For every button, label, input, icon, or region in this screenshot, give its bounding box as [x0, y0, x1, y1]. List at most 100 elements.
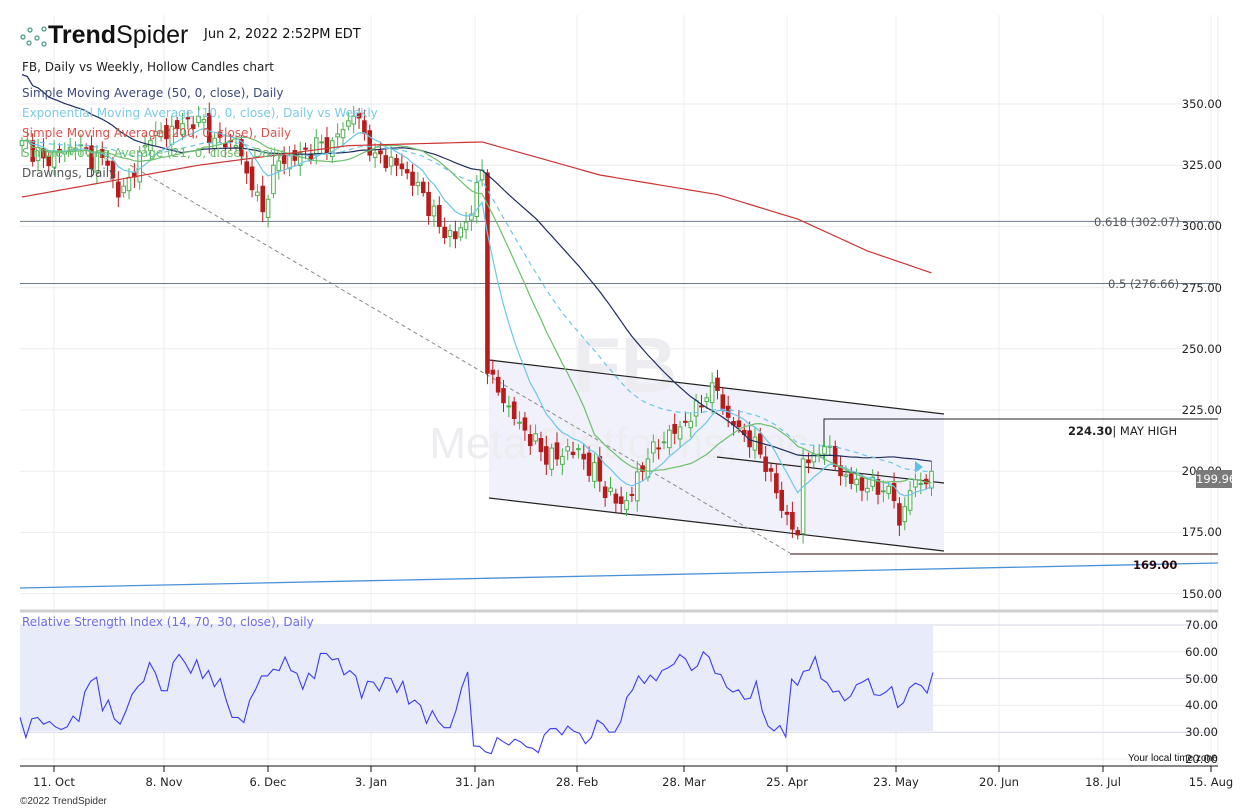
legend-item[interactable]: FB, Daily vs Weekly, Hollow Candles char…	[22, 60, 274, 74]
candle-up	[709, 382, 715, 404]
candle-down	[303, 147, 308, 150]
candle-down	[715, 377, 720, 391]
candle-down	[699, 405, 704, 408]
candle-down	[420, 181, 426, 194]
x-axis-label: 15. Aug	[1188, 775, 1234, 789]
candle-up	[865, 487, 870, 493]
candle-down	[683, 420, 688, 423]
candle-down	[720, 394, 726, 412]
candle-down	[784, 511, 790, 515]
support-label: 169.00	[1133, 558, 1178, 572]
spider-logo-icon	[20, 25, 47, 47]
candle-down	[490, 369, 496, 375]
candle-up	[704, 397, 710, 403]
candle-down	[570, 451, 576, 456]
candle-up	[624, 500, 629, 511]
candle-up	[645, 458, 651, 478]
candle-up	[372, 152, 378, 158]
candle-down	[378, 150, 383, 155]
candle-down	[554, 442, 560, 460]
candle-down	[527, 434, 533, 447]
candle-up	[330, 140, 335, 158]
x-axis-label: 18. Jul	[1085, 775, 1121, 789]
candle-up	[415, 181, 421, 187]
brand-light: Spider	[116, 21, 189, 49]
rsi-axis-label: 60.00	[1185, 644, 1218, 659]
candle-up	[913, 479, 918, 488]
legend-item[interactable]: Simple Moving Average (50, 0, close), Da…	[22, 86, 283, 100]
candle-down	[672, 423, 678, 434]
rsi-axis-label: 50.00	[1185, 671, 1218, 686]
candle-down	[105, 160, 110, 166]
candle-up	[533, 433, 538, 442]
candle-up	[319, 141, 324, 144]
candle-up	[560, 455, 565, 465]
candle-down	[629, 493, 635, 496]
price-axis-label: 150.00	[1181, 586, 1222, 601]
candle-up	[271, 164, 276, 195]
candle-down	[779, 489, 785, 511]
candle-down	[249, 166, 255, 191]
candle-down	[795, 530, 801, 536]
legend-item[interactable]: Drawings, Daily	[22, 166, 116, 180]
rsi-axis-label: 40.00	[1185, 698, 1218, 713]
candle-down	[597, 456, 603, 482]
candle-down	[806, 459, 811, 464]
x-axis-label: 6. Dec	[249, 775, 287, 789]
candle-down	[453, 231, 458, 240]
candle-up	[651, 441, 656, 454]
may-high-value: 224.30	[1068, 424, 1113, 438]
candle-down	[404, 169, 410, 174]
candle-up	[918, 482, 924, 485]
legend-item[interactable]: Exponential Moving Average (10, 0, close…	[22, 106, 378, 120]
candle-up	[576, 448, 581, 451]
candle-up	[800, 458, 806, 535]
candle-up	[121, 185, 126, 194]
candle-up	[843, 474, 849, 477]
last-price-tag: 199.96	[1196, 470, 1237, 488]
candle-up	[506, 405, 512, 408]
candle-up	[688, 420, 694, 429]
brand-bold: Trend	[48, 21, 117, 49]
candle-down	[511, 401, 517, 419]
copyright: ©2022 TrendSpider	[20, 796, 107, 807]
candle-up	[458, 227, 463, 238]
candle-down	[613, 493, 619, 504]
price-axis-label: 250.00	[1181, 341, 1222, 356]
x-axis-label: 8. Nov	[145, 775, 183, 789]
candle-up	[447, 229, 453, 237]
rsi-axis-label: 70.00	[1185, 618, 1218, 632]
candle-down	[758, 433, 763, 455]
x-axis-label: 31. Jan	[455, 775, 495, 789]
candle-down	[763, 456, 768, 472]
price-axis-label: 300.00	[1181, 219, 1222, 234]
rsi-axis-label: 30.00	[1185, 725, 1218, 740]
candle-down	[848, 473, 854, 484]
legend-item[interactable]: Simple Moving Average (21, 0, close), Da…	[22, 146, 283, 160]
legend-item[interactable]: Simple Moving Average (200, 0, close), D…	[22, 126, 291, 140]
long-trendline[interactable]	[19, 562, 1219, 589]
rsi-title: Relative Strength Index (14, 70, 30, clo…	[22, 615, 314, 629]
candle-up	[335, 133, 340, 138]
candle-up	[276, 160, 282, 172]
candle-down	[362, 120, 367, 134]
candle-down	[394, 158, 399, 166]
candle-down	[244, 161, 249, 174]
candle-down	[495, 376, 501, 393]
candle-down	[522, 417, 528, 431]
candle-up	[549, 447, 554, 470]
candle-up	[346, 120, 351, 127]
price-chart[interactable]: FB Meta Platforms, Inc.	[0, 0, 1248, 812]
price-axis-label: 225.00	[1181, 403, 1222, 417]
candle-up	[313, 137, 319, 156]
candle-up	[463, 221, 469, 231]
candle-up	[854, 478, 859, 486]
price-axis-label: 175.00	[1181, 525, 1222, 540]
candle-down	[260, 185, 266, 213]
x-axis-label: 11. Oct	[33, 775, 75, 789]
candle-up	[201, 119, 207, 123]
candle-down	[602, 486, 608, 499]
candle-up	[881, 490, 886, 493]
candle-down	[656, 447, 661, 450]
may-high-label: 224.30| MAY HIGH	[1068, 424, 1177, 438]
